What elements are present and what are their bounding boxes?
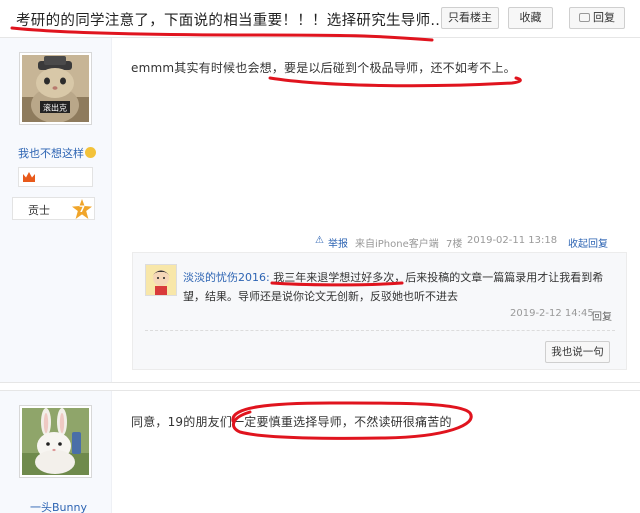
crown-icon <box>23 172 35 182</box>
thread-title: 考研的的同学注意了，下面说的相当重要！！！选择研究生导师... <box>16 13 446 29</box>
smile-emoji-icon <box>85 147 96 158</box>
author-username-2[interactable]: 一头Bunny <box>30 499 87 513</box>
post-source: 来自iPhone客户端 <box>355 239 439 250</box>
rank-badge: 贡士 7 <box>12 197 95 220</box>
post-time: 2019-02-11 13:18 <box>467 235 558 246</box>
reply-username[interactable]: 淡淡的忧伤2016: <box>183 271 270 284</box>
reply-link[interactable]: 回复 <box>592 308 612 323</box>
divider <box>145 330 615 331</box>
post-divider <box>0 382 640 391</box>
cat-avatar-image: 滚出克 <box>22 55 89 122</box>
favorite-button[interactable]: 收藏 <box>508 7 553 29</box>
post-content-2: 同意，19的朋友们一定要慎重选择导师，不然读研很痛苦的 <box>131 415 452 429</box>
report-link[interactable]: 举报 <box>328 235 348 250</box>
reply-avatar[interactable] <box>145 264 177 296</box>
reply-button[interactable]: 回复 <box>569 7 625 29</box>
author-username[interactable]: 我也不想这样 <box>18 145 96 161</box>
cartoon-avatar-image <box>146 265 176 295</box>
reply-content: 淡淡的忧伤2016: 我三年来退学想过好多次，后来投稿的文章一篇篇录用才让我看到… <box>183 268 616 306</box>
say-something-button[interactable]: 我也说一句 <box>545 341 610 363</box>
post-content: emmm其实有时候也会想，要是以后碰到个极品导师，还不如考不上。 <box>131 61 516 75</box>
rank-level-icon: 7 <box>72 199 92 219</box>
sub-reply-panel: 淡淡的忧伤2016: 我三年来退学想过好多次，后来投稿的文章一篇篇录用才让我看到… <box>132 252 627 370</box>
thread-header: 考研的的同学注意了，下面说的相当重要！！！选择研究生导师... 只看楼主 收藏 … <box>0 0 640 38</box>
avatar-2[interactable] <box>19 405 92 478</box>
reply-icon <box>579 13 590 22</box>
warning-icon: ⚠ <box>315 235 324 246</box>
avatar[interactable]: 滚出克 <box>19 52 92 125</box>
reply-button-label: 回复 <box>593 11 615 24</box>
member-icon-box <box>18 167 93 187</box>
post-underline <box>268 76 522 88</box>
collapse-replies-link[interactable]: 收起回复 <box>568 235 608 250</box>
only-op-button[interactable]: 只看楼主 <box>441 7 499 29</box>
reply-time: 2019-2-12 14:45 <box>510 308 594 319</box>
post-floor: 7楼 <box>446 239 463 250</box>
svg-text:滚出克: 滚出克 <box>43 103 67 113</box>
rabbit-avatar-image <box>22 408 89 475</box>
rank-name: 贡士 <box>28 204 50 217</box>
